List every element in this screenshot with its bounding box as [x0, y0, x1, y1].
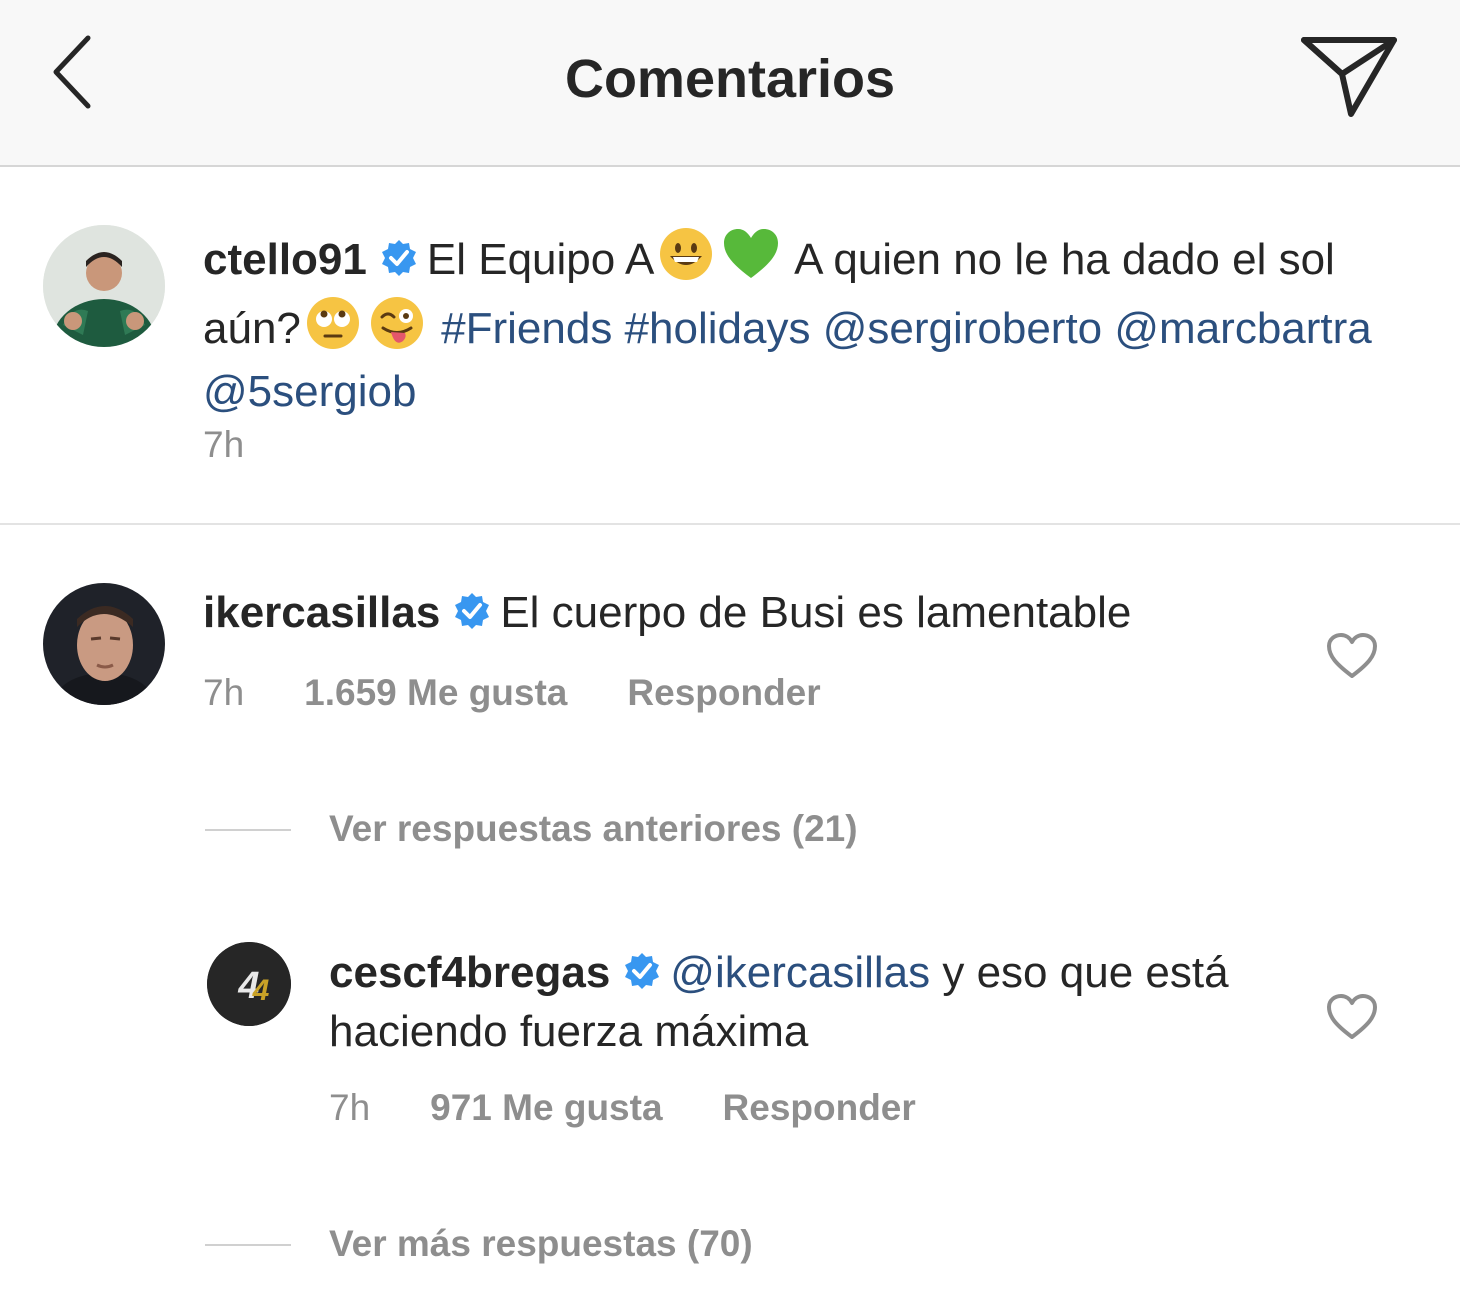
mention-link[interactable]: @5sergiob	[203, 367, 416, 416]
heart-icon	[1327, 633, 1377, 678]
heart-icon	[1327, 994, 1377, 1039]
mention-link[interactable]: @sergiroberto	[823, 304, 1102, 353]
share-button[interactable]	[1296, 30, 1401, 120]
view-previous-replies-button[interactable]: Ver respuestas anteriores (21)	[329, 808, 858, 850]
comment-text: ikercasillas El cuerpo de Busi es lamenta…	[203, 585, 1283, 644]
hashtag-link[interactable]: #holidays	[625, 304, 811, 353]
comment-username[interactable]: ikercasillas	[203, 588, 440, 637]
eye-roll-face-icon	[305, 295, 361, 364]
verified-badge-icon	[622, 949, 662, 1004]
view-more-replies-button[interactable]: Ver más respuestas (70)	[329, 1223, 753, 1265]
divider	[0, 523, 1460, 525]
reply-username[interactable]: cescf4bregas	[329, 948, 610, 997]
comment-body: El cuerpo de Busi es lamentable	[500, 588, 1132, 637]
like-button[interactable]	[1326, 632, 1378, 680]
hashtag-link[interactable]: #Friends	[441, 304, 612, 353]
avatar[interactable]	[43, 583, 165, 705]
like-button[interactable]	[1326, 993, 1378, 1041]
reply-meta: 7h 971 Me gusta Responder	[329, 1087, 976, 1129]
reply-button[interactable]: Responder	[627, 672, 820, 713]
mention-link[interactable]: @ikercasillas	[670, 948, 930, 997]
replies-divider-line	[205, 829, 291, 831]
mention-link[interactable]: @marcbartra	[1114, 304, 1371, 353]
timestamp: 7h	[203, 672, 245, 713]
replies-divider-line	[205, 1244, 291, 1246]
timestamp: 7h	[203, 424, 245, 465]
avatar[interactable]: 4 4	[207, 942, 291, 1026]
reply-text: cescf4bregas @ikercasillas y eso que está…	[329, 945, 1259, 1059]
verified-badge-icon	[379, 236, 419, 291]
caption-text: ctello91 El Equipo A A quien no le ha dad…	[203, 226, 1403, 419]
avatar[interactable]	[43, 225, 165, 347]
page-title: Comentarios	[564, 49, 896, 109]
caption-meta: 7h	[203, 424, 304, 466]
green-heart-icon	[722, 228, 780, 295]
header-bar: Comentarios	[0, 0, 1460, 167]
verified-badge-icon	[452, 589, 492, 644]
reply-button[interactable]: Responder	[723, 1087, 916, 1128]
likes-count[interactable]: 1.659 Me gusta	[304, 672, 567, 713]
caption-text-part: El Equipo A	[426, 235, 655, 284]
grinning-face-icon	[658, 226, 714, 295]
paper-plane-icon	[1301, 37, 1397, 117]
likes-count[interactable]: 971 Me gusta	[430, 1087, 662, 1128]
winking-tongue-face-icon	[369, 295, 425, 364]
caption-username[interactable]: ctello91	[203, 235, 367, 284]
timestamp: 7h	[329, 1087, 371, 1128]
svg-text:4: 4	[252, 974, 270, 1007]
comment-meta: 7h 1.659 Me gusta Responder	[203, 672, 881, 714]
